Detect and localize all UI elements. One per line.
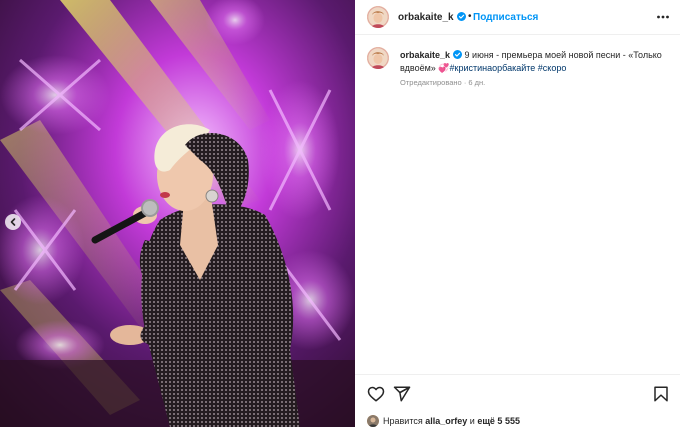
- likes-more[interactable]: ещё 5 555: [477, 416, 520, 426]
- concert-photo: [0, 0, 355, 427]
- paper-plane-icon: [393, 386, 411, 402]
- post-age[interactable]: 6 дн.: [468, 78, 485, 87]
- likes-user[interactable]: alla_orfey: [425, 416, 467, 426]
- likes-prefix: Нравится: [383, 416, 423, 426]
- likes-and: и: [469, 416, 475, 426]
- caption-hashtags[interactable]: #кристинаорбакайте #скоро: [450, 63, 567, 73]
- likes-summary: Нравится alla_orfey и ещё 5 555: [367, 415, 520, 427]
- more-options-button[interactable]: [656, 10, 670, 24]
- follow-button[interactable]: Подписаться: [473, 12, 538, 23]
- liker-avatar[interactable]: [367, 415, 379, 427]
- separator-dot: •: [468, 11, 472, 22]
- bookmark-icon: [654, 386, 668, 402]
- post-meta: Отредактировано · 6 дн.: [400, 78, 485, 87]
- carousel-prev-button[interactable]: [5, 214, 21, 230]
- author-username-text[interactable]: orbakaite_k: [398, 12, 454, 23]
- save-button[interactable]: [652, 385, 670, 403]
- edited-label: Отредактировано: [400, 78, 462, 87]
- caption-username-text[interactable]: orbakaite_k: [400, 50, 450, 60]
- more-options-icon: [657, 15, 669, 19]
- caption-text: orbakaite_k 9 июня - премьера моей новой…: [400, 49, 670, 75]
- caption-username[interactable]: orbakaite_k: [400, 50, 463, 60]
- post-header: orbakaite_k • Подписаться: [355, 0, 680, 35]
- post-actions: Нравится alla_orfey и ещё 5 555: [355, 374, 680, 428]
- share-button[interactable]: [393, 385, 411, 403]
- post-side-panel: orbakaite_k • Подписаться orbakaite_k 9 …: [355, 0, 680, 427]
- verified-badge-icon: [456, 12, 466, 21]
- chevron-left-icon: [10, 218, 16, 226]
- post-caption: orbakaite_k 9 июня - премьера моей новой…: [355, 38, 680, 98]
- author-username[interactable]: orbakaite_k: [398, 12, 466, 23]
- heart-icon: [367, 386, 385, 402]
- author-avatar[interactable]: [367, 6, 389, 28]
- post-media[interactable]: [0, 0, 355, 427]
- like-button[interactable]: [367, 385, 385, 403]
- verified-badge-icon: [453, 50, 463, 59]
- caption-author-avatar[interactable]: [367, 47, 389, 69]
